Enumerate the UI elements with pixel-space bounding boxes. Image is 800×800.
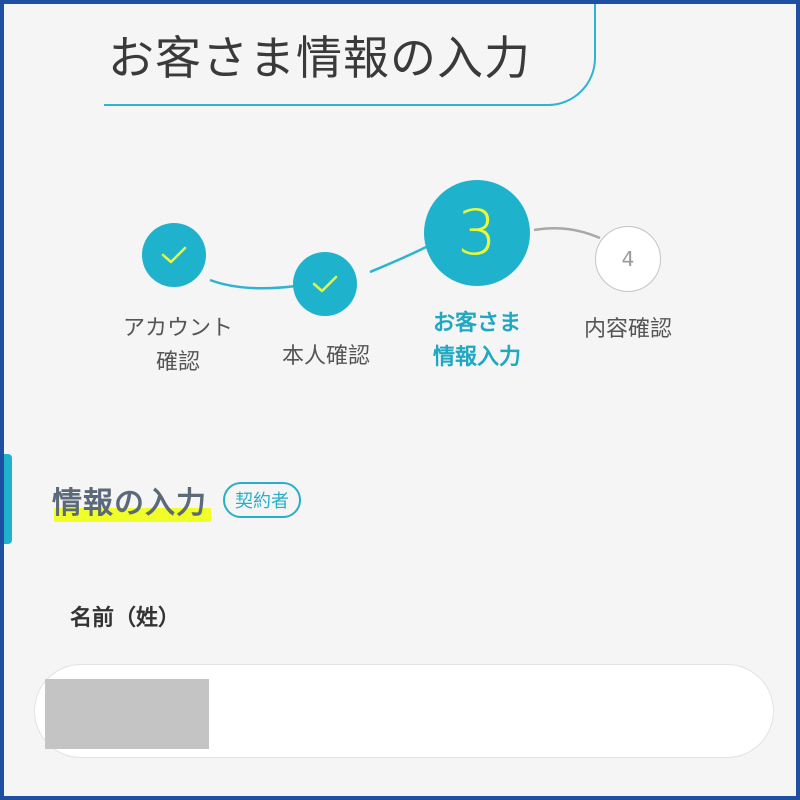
step-1-circle (142, 223, 206, 287)
check-icon (312, 274, 338, 294)
contractor-badge: 契約者 (223, 482, 301, 518)
step-2-circle (293, 252, 357, 316)
connector-2-3 (369, 242, 433, 274)
heading-text-wrap: 情報の入力 (52, 478, 211, 522)
step-4-label: 内容確認 (583, 317, 672, 342)
step-4-circle: 4 (595, 226, 661, 292)
section-heading: 情報の入力 契約者 (52, 478, 301, 522)
connector-1-2 (209, 278, 297, 290)
last-name-input[interactable] (34, 664, 774, 758)
edge-accent-bar (4, 454, 12, 544)
step-3-circle: 3 (424, 180, 530, 286)
section-heading-text: 情報の入力 (52, 486, 207, 521)
connector-3-4 (533, 227, 601, 240)
step-3-number: 3 (457, 196, 497, 269)
redacted-value (45, 679, 209, 749)
step-4-number: 4 (621, 247, 635, 271)
last-name-label: 名前（姓） (70, 606, 181, 631)
screen-frame: お客さま情報の入力 アカウント 確認 本人確認 3 お客さま 情報入力 4 内容… (0, 0, 800, 800)
check-icon (161, 245, 187, 265)
